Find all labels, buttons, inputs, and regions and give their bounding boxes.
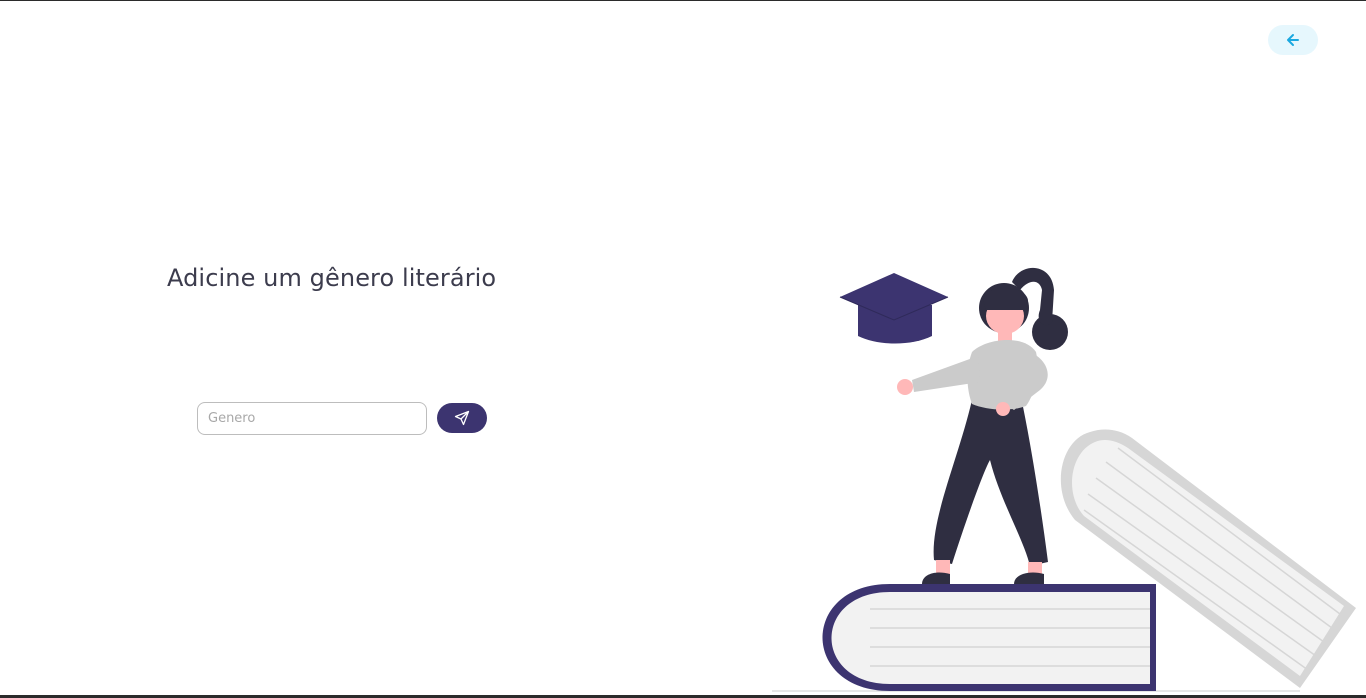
send-icon bbox=[454, 410, 470, 426]
arrow-left-icon bbox=[1287, 34, 1299, 46]
graduation-cap-graphic bbox=[839, 273, 949, 344]
genre-input[interactable] bbox=[197, 402, 427, 435]
woman-on-books-illustration bbox=[772, 267, 1356, 692]
back-button[interactable] bbox=[1268, 25, 1318, 55]
lying-book-graphic bbox=[822, 584, 1156, 691]
submit-button[interactable] bbox=[437, 403, 487, 433]
page-title: Adicine um gênero literário bbox=[167, 264, 497, 292]
window-top-border bbox=[0, 0, 1366, 1]
